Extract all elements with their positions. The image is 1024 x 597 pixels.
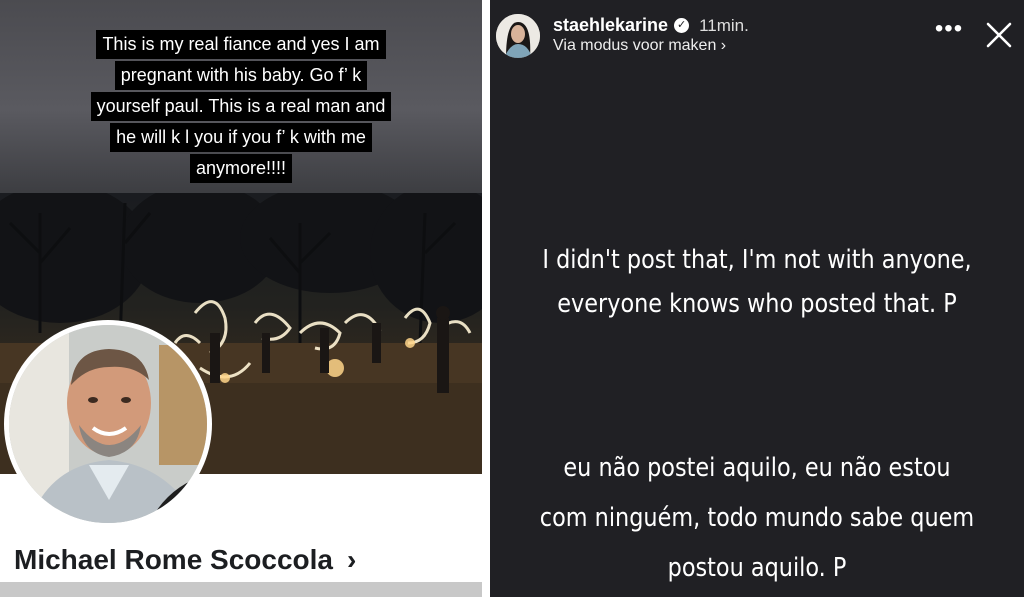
caption-line: he will k l you if you f’ k with me: [110, 123, 372, 152]
story-text-portuguese: eu não postei aquilo, eu não estou com n…: [527, 443, 986, 593]
story-username[interactable]: staehlekarine ✓ 11min.: [553, 15, 749, 36]
story-text-line: postou aquilo. P: [667, 553, 847, 583]
caption-line: yourself paul. This is a real man and: [90, 92, 392, 121]
profile-avatar[interactable]: [4, 320, 212, 528]
chevron-right-icon: ›: [347, 544, 357, 575]
caption-overlay: This is my real fiance and yes I am preg…: [82, 30, 400, 185]
profile-name-text: Michael Rome Scoccola: [14, 544, 334, 575]
caption-line: This is my real fiance and yes I am: [96, 30, 386, 59]
story-text-line: eu não postei aquilo, eu não estou: [563, 453, 951, 483]
bottom-strip: [0, 582, 482, 597]
story-subline-link[interactable]: Via modus voor maken ›: [553, 37, 726, 55]
more-options-icon[interactable]: •••: [934, 17, 964, 42]
close-icon[interactable]: [984, 20, 1014, 50]
story-avatar[interactable]: [496, 14, 540, 58]
story-text-line: everyone knows who posted that. P: [557, 289, 957, 319]
story-text-english: I didn't post that, I'm not with anyone,…: [527, 238, 986, 326]
left-profile-screenshot: This is my real fiance and yes I am preg…: [0, 0, 482, 597]
story-time: 11min.: [699, 15, 749, 35]
divider: [482, 0, 490, 597]
caption-line: pregnant with his baby. Go f’ k: [114, 61, 368, 90]
profile-name[interactable]: Michael Rome Scoccola ›: [14, 540, 356, 580]
username-text: staehlekarine: [553, 15, 669, 35]
caption-line: anymore!!!!: [189, 154, 293, 183]
story-header: staehlekarine ✓ 11min. Via modus voor ma…: [490, 0, 1024, 70]
check-badge-icon: ✓: [674, 18, 690, 33]
story-text-line: com ninguém, todo mundo sabe quem: [539, 503, 975, 533]
story-text-line: I didn't post that, I'm not with anyone,: [542, 245, 972, 275]
avatar-photo: [9, 325, 207, 523]
instagram-story: staehlekarine ✓ 11min. Via modus voor ma…: [490, 0, 1024, 597]
